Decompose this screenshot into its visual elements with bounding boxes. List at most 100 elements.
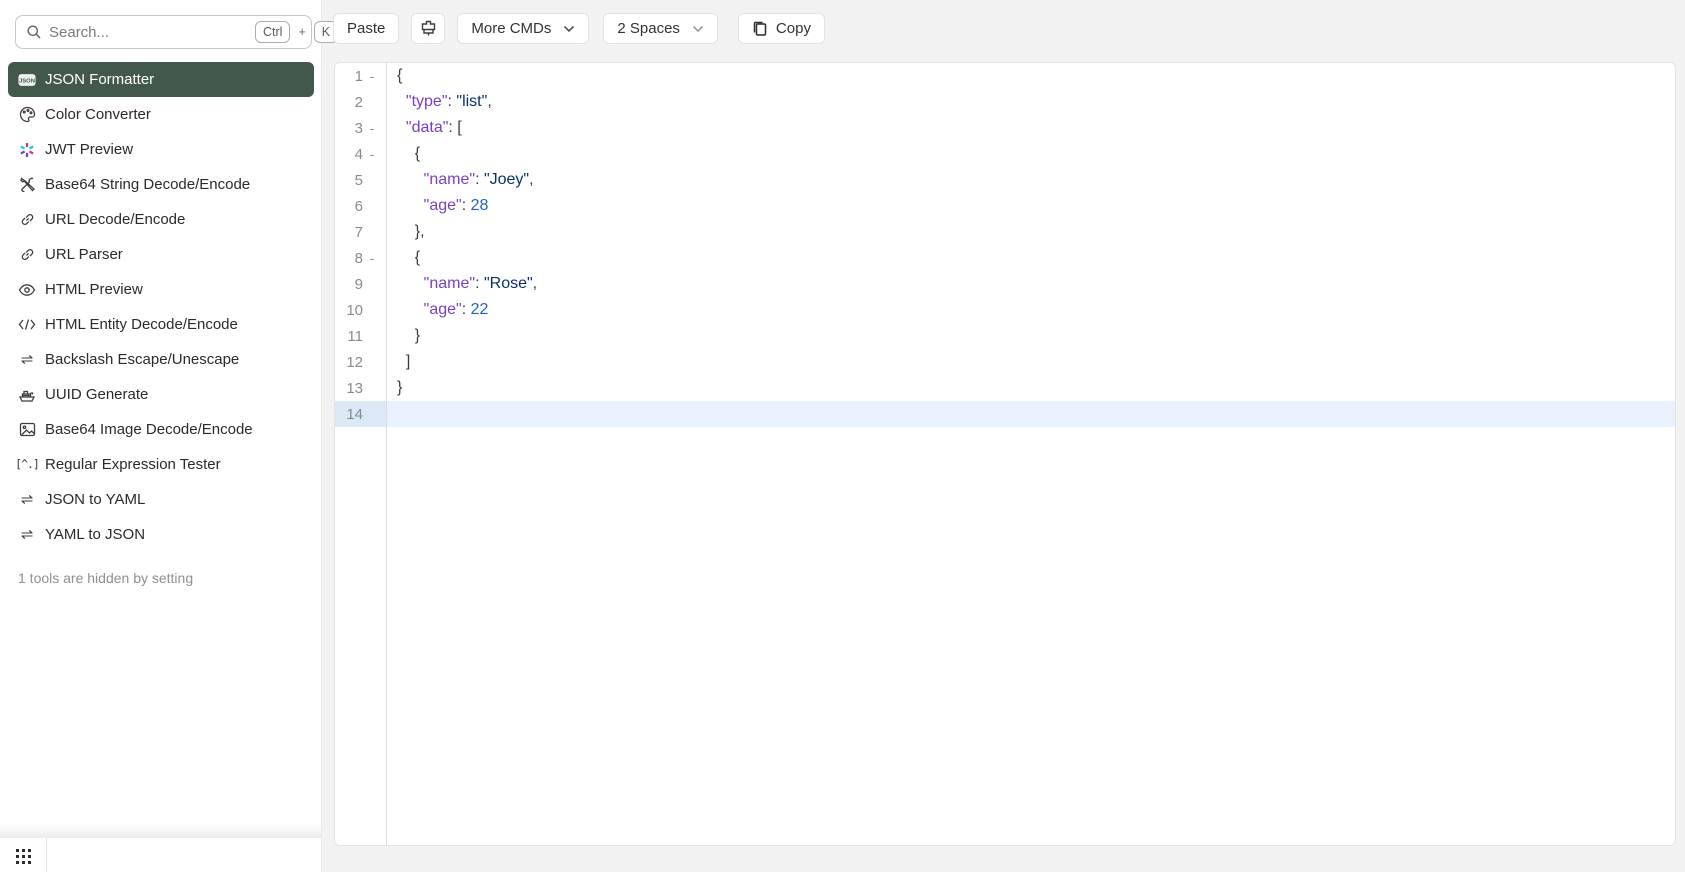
json-editor[interactable]: 1-2 3-4-5 6 7 8-9 10 11 12 13 14 { "type": "list"… (334, 62, 1676, 846)
json-badge-icon: JSON (18, 71, 36, 89)
sidebar-item-label: JSON Formatter (45, 71, 155, 88)
code-line-3: "data": [ (405, 119, 462, 136)
more-cmds-dropdown[interactable]: More CMDs (457, 13, 590, 44)
code-line-2: "type": "list", (405, 93, 492, 110)
line-number: 7 (354, 223, 363, 241)
search-input[interactable] (49, 23, 248, 41)
paint-brush-icon (420, 20, 437, 37)
line-number: 9 (354, 275, 363, 293)
chevron-down-icon (692, 25, 704, 33)
copy-icon (752, 21, 768, 37)
swap-icon: ⇌ (20, 526, 34, 543)
sidebar-item-label: Base64 Image Decode/Encode (45, 421, 253, 438)
link-icon (18, 246, 36, 264)
paste-button[interactable]: Paste (333, 13, 400, 44)
code-line-14 (387, 401, 1675, 427)
sidebar-item-label: JSON to YAML (45, 491, 146, 508)
bottombar-divider (46, 838, 47, 872)
format-button[interactable] (411, 13, 446, 44)
sidebar-item-label: UUID Generate (45, 386, 149, 403)
sidebar-item-uuid-generate[interactable]: UUID Generate (8, 377, 314, 412)
grid-icon (15, 848, 32, 865)
code-line-7: }, (397, 223, 425, 240)
code-icon (18, 316, 36, 334)
sidebar-item-color-converter[interactable]: Color Converter (8, 97, 314, 132)
sidebar-item-label: URL Decode/Encode (45, 211, 186, 228)
palette-icon (18, 106, 36, 124)
sidebar-item-json-formatter[interactable]: JSON JSON Formatter (8, 62, 314, 97)
code-line-13: } (397, 379, 403, 396)
code-line-8: { (397, 249, 421, 266)
code-line-12: ] (397, 353, 411, 370)
sidebar-item-json-to-yaml[interactable]: ⇌ JSON to YAML (8, 482, 314, 517)
sidebar-item-backslash-escape-unescape[interactable]: ⇌ Backslash Escape/Unescape (8, 342, 314, 377)
gutter-line-11: 11 (335, 323, 386, 349)
sidebar-item-label: Color Converter (45, 106, 151, 123)
eye-icon (18, 281, 36, 299)
gutter-line-1: 1- (335, 63, 386, 89)
ship-icon (18, 386, 36, 404)
line-number: 12 (346, 353, 363, 371)
gutter-line-5: 5 (335, 167, 386, 193)
line-number: 2 (354, 93, 363, 111)
sidebar: Ctrl + K JSON JSON Formatter Color Convert… (0, 0, 339, 872)
sidebar-item-url-decode-encode[interactable]: URL Decode/Encode (8, 202, 314, 237)
sidebar-item-label: HTML Preview (45, 281, 143, 298)
chevron-down-icon (563, 25, 575, 33)
line-number: 4 (354, 145, 363, 163)
sidebar-item-html-preview[interactable]: HTML Preview (8, 272, 314, 307)
fold-marker-icon[interactable]: - (363, 250, 381, 266)
search-icon (26, 24, 42, 40)
copy-button-label: Copy (775, 20, 811, 37)
gutter-line-3: 3- (335, 115, 386, 141)
sidebar-item-label: URL Parser (45, 246, 123, 263)
copy-button[interactable]: Copy (737, 13, 825, 44)
bottom-bar (0, 838, 321, 872)
gutter-line-4: 4- (335, 141, 386, 167)
image-icon (18, 421, 36, 439)
code-line-4: { (397, 145, 421, 162)
line-number: 8 (354, 249, 363, 267)
swap-icon: ⇌ (20, 351, 34, 368)
sidebar-item-base64-string-decode-encode[interactable]: Base64 String Decode/Encode (8, 167, 314, 202)
editor-toolbar: Paste More CMDs 2 Spaces Copy (333, 13, 825, 44)
line-number: 13 (346, 379, 363, 397)
apps-grid-button[interactable] (12, 845, 34, 867)
fold-marker-icon[interactable]: - (363, 120, 381, 136)
sidebar-item-html-entity-decode-encode[interactable]: HTML Entity Decode/Encode (8, 307, 314, 342)
fold-marker-icon[interactable]: - (363, 146, 381, 162)
code-line-6: "age": 28 (423, 197, 489, 214)
gutter-line-8: 8- (335, 245, 386, 271)
sidebar-item-url-parser[interactable]: URL Parser (8, 237, 314, 272)
bottombar-shadow (0, 824, 321, 838)
svg-text:JSON: JSON (19, 78, 35, 84)
code-area[interactable]: { "type": "list", "data": [ { "name": "J… (387, 63, 1675, 845)
gutter-line-10: 10 (335, 297, 386, 323)
sidebar-item-regular-expression-tester[interactable]: [^.] Regular Expression Tester (8, 447, 314, 482)
gutter-line-2: 2 (335, 89, 386, 115)
code-line-9: "name": "Rose", (423, 275, 538, 292)
sidebar-item-label: YAML to JSON (45, 526, 146, 543)
sidebar-item-label: HTML Entity Decode/Encode (45, 316, 238, 333)
line-number: 1 (354, 67, 363, 85)
sidebar-item-label: Base64 String Decode/Encode (45, 176, 251, 193)
line-number: 14 (346, 405, 363, 423)
sidebar-item-label: Backslash Escape/Unescape (45, 351, 240, 368)
sidebar-item-yaml-to-json[interactable]: ⇌ YAML to JSON (8, 517, 314, 552)
sidebar-item-jwt-preview[interactable]: JWT Preview (8, 132, 314, 167)
paste-button-label: Paste (347, 20, 386, 37)
code-line-10: "age": 22 (423, 301, 489, 318)
gutter-line-13: 13 (335, 375, 386, 401)
gutter-line-9: 9 (335, 271, 386, 297)
regex-icon: [^.] (15, 456, 40, 471)
line-number: 3 (354, 119, 363, 137)
more-cmds-label: More CMDs (471, 20, 552, 37)
fold-marker-icon[interactable]: - (363, 68, 381, 84)
sidebar-item-base64-image-decode-encode[interactable]: Base64 Image Decode/Encode (8, 412, 314, 447)
tool-list: JSON JSON Formatter Color Converter JWT Pre… (0, 62, 322, 552)
sidebar-item-label: Regular Expression Tester (45, 456, 221, 473)
search-box[interactable]: Ctrl + K (15, 15, 339, 49)
swap-icon: ⇌ (20, 491, 34, 508)
shortcut-plus: + (298, 25, 306, 39)
indent-dropdown[interactable]: 2 Spaces (603, 13, 718, 44)
